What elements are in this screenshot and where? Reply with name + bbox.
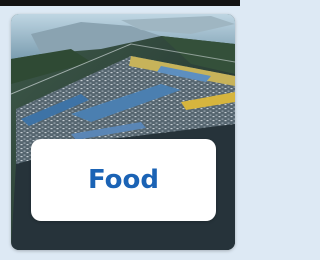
category-card-food[interactable]: Food	[11, 14, 235, 250]
top-bar	[0, 0, 240, 6]
category-label: Food	[87, 165, 160, 195]
category-label-box: Food	[31, 139, 216, 221]
